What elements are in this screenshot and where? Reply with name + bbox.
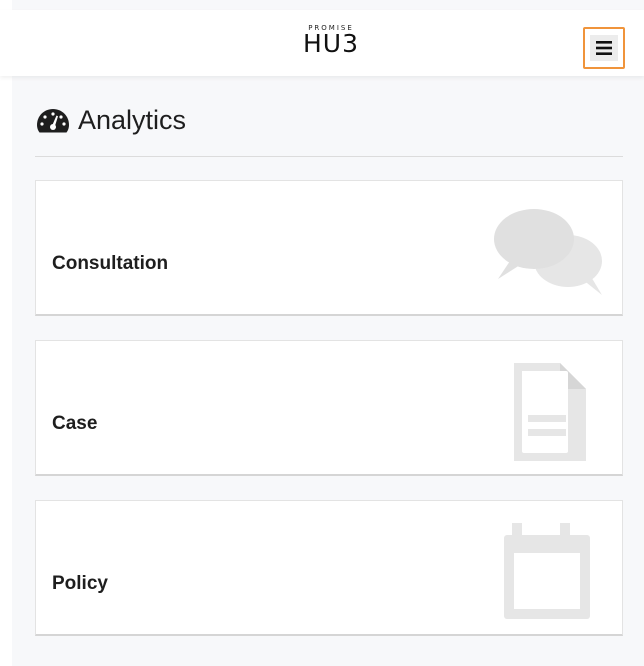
top-navbar: PROMISE HU3 — [0, 10, 644, 76]
calendar-icon — [504, 523, 590, 619]
brand-logo[interactable]: PROMISE HU3 — [296, 24, 366, 64]
comments-icon — [494, 209, 602, 295]
card-label: Policy — [52, 573, 108, 594]
analytics-card-consultation[interactable]: Consultation — [35, 180, 623, 316]
card-label: Case — [52, 413, 98, 434]
document-icon — [514, 363, 586, 461]
tachometer-icon — [37, 109, 69, 133]
page-title: Analytics — [36, 98, 186, 142]
app-root: PROMISE HU3 Analytics Consultation Case … — [0, 0, 644, 666]
analytics-card-case[interactable]: Case — [35, 340, 623, 476]
menu-toggle-button[interactable] — [583, 27, 625, 69]
page-title-text: Analytics — [78, 104, 187, 135]
hamburger-icon — [596, 41, 612, 55]
brand-logo-main-text: HU3 — [302, 29, 359, 58]
title-divider — [35, 156, 623, 157]
analytics-card-policy[interactable]: Policy — [35, 500, 623, 636]
card-label: Consultation — [52, 253, 169, 274]
menu-button-face — [590, 35, 618, 61]
